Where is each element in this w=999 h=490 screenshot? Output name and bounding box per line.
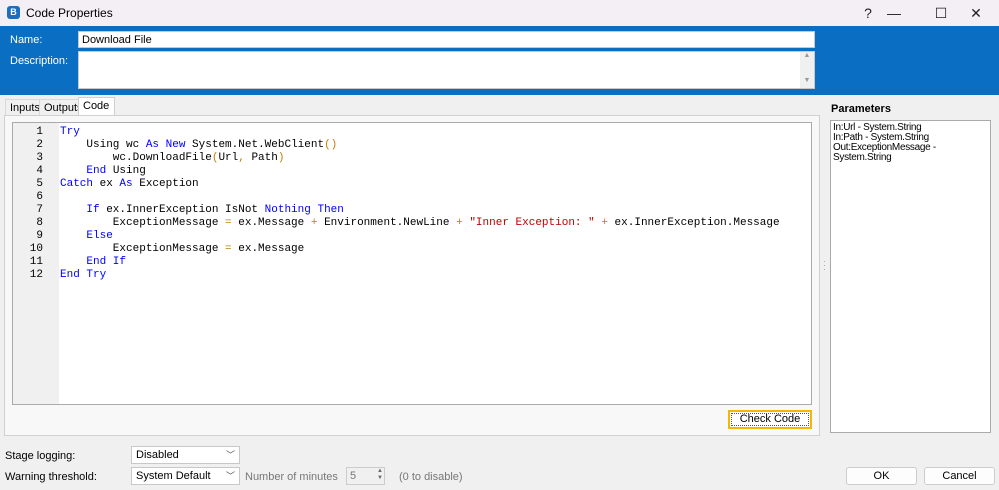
code-token: If	[86, 204, 100, 216]
minimize-button[interactable]: —	[871, 0, 917, 26]
code-token: Catch	[60, 178, 94, 190]
window-title: Code Properties	[26, 6, 113, 20]
line-number: 10	[29, 243, 43, 255]
warning-threshold-value: System Default	[136, 470, 211, 482]
stage-logging-value: Disabled	[136, 449, 179, 461]
stage-logging-select[interactable]: Disabled ﹀	[131, 446, 240, 464]
check-code-button[interactable]: Check Code	[728, 410, 812, 429]
code-token: End Try	[60, 269, 107, 281]
code-line: End If	[60, 256, 126, 269]
parameters-label: Parameters	[831, 103, 891, 115]
code-token: ex.Message	[231, 217, 311, 229]
code-token: )	[277, 152, 285, 164]
stage-logging-label: Stage logging:	[5, 450, 76, 462]
scroll-down-icon[interactable]: ▼	[800, 77, 814, 84]
code-line: Else	[60, 230, 113, 243]
line-number: 6	[36, 191, 43, 203]
code-token: Nothing	[264, 204, 311, 216]
minutes-spinner[interactable]: 5 ▲ ▼	[346, 467, 385, 485]
code-token: Using wc	[60, 139, 146, 151]
code-token: ex.Message	[231, 243, 305, 255]
code-token: Try	[60, 126, 80, 138]
code-token: Then	[317, 204, 344, 216]
code-token: End	[86, 165, 107, 177]
scroll-up-icon[interactable]: ▲	[800, 52, 814, 60]
minutes-label: Number of minutes	[245, 471, 338, 483]
code-token: Url	[218, 152, 239, 164]
spinner-arrows-icon[interactable]: ▲ ▼	[377, 468, 383, 482]
code-line: Using wc As New System.Net.WebClient()	[60, 139, 337, 152]
code-line: Catch ex As Exception	[60, 178, 199, 191]
code-token: ex	[93, 178, 120, 190]
code-token: ExceptionMessage	[60, 243, 226, 255]
code-token: End If	[86, 256, 127, 268]
description-scrollbar[interactable]: ▲ ▼	[800, 52, 814, 88]
code-line: If ex.InnerException IsNot Nothing Then	[60, 204, 344, 217]
code-token: wc.DownloadFile	[60, 152, 212, 164]
code-token: New	[165, 139, 186, 151]
code-token: System.Net.WebClient	[185, 139, 325, 151]
warning-threshold-label: Warning threshold:	[5, 471, 97, 483]
code-line: End Try	[60, 269, 106, 282]
code-line: Try	[60, 126, 80, 139]
code-token: Exception	[132, 178, 199, 190]
code-token: ExceptionMessage	[60, 217, 226, 229]
code-token: =	[225, 243, 232, 255]
chevron-down-icon: ﹀	[225, 450, 235, 460]
line-number: 3	[36, 152, 43, 164]
code-token: +	[456, 217, 463, 229]
line-number: 4	[36, 165, 43, 177]
line-number: 2	[36, 139, 43, 151]
code-token: ()	[324, 139, 338, 151]
app-icon: B	[7, 6, 20, 19]
code-token: As	[145, 139, 160, 151]
name-label: Name:	[10, 34, 43, 46]
code-token: Else	[86, 230, 113, 242]
code-token: +	[601, 217, 608, 229]
code-line: ExceptionMessage = ex.Message	[60, 243, 304, 256]
code-token: =	[225, 217, 232, 229]
code-token: Using	[106, 165, 146, 177]
description-label: Description:	[10, 55, 69, 67]
close-button[interactable]: ✕	[953, 0, 999, 26]
parameter-item[interactable]: Out:ExceptionMessage - System.String	[833, 143, 988, 163]
code-line: ExceptionMessage = ex.Message + Environm…	[60, 217, 780, 230]
name-input[interactable]: Download File	[78, 31, 815, 48]
code-token: ex.InnerException IsNot	[99, 204, 265, 216]
code-token: Path	[244, 152, 278, 164]
splitter-handle[interactable]: · · ·	[823, 258, 826, 274]
line-number: 7	[36, 204, 43, 216]
code-token: "Inner Exception: "	[469, 217, 595, 229]
tab-code[interactable]: Code	[78, 97, 115, 116]
ok-button[interactable]: OK	[846, 467, 917, 485]
code-line: End Using	[60, 165, 146, 178]
title-bar: B Code Properties ? — ☐ ✕	[0, 0, 999, 26]
line-number: 8	[36, 217, 43, 229]
code-editor[interactable]: 1 2 3 4 5 6 7 8 9 10 11 12 Try Using wc As New Syste…	[12, 122, 812, 405]
parameters-list[interactable]: In:Url - System.String In:Path - System.…	[830, 120, 991, 433]
cancel-button[interactable]: Cancel	[924, 467, 995, 485]
minutes-value: 5	[350, 470, 357, 482]
line-number: 9	[36, 230, 43, 242]
code-line: wc.DownloadFile(Url, Path)	[60, 152, 285, 165]
description-input[interactable]: ▲ ▼	[78, 51, 815, 89]
line-number: 12	[29, 269, 43, 281]
minutes-hint: (0 to disable)	[399, 471, 463, 483]
chevron-down-icon: ﹀	[225, 471, 235, 481]
code-token: Environment.NewLine	[317, 217, 457, 229]
line-number: 1	[36, 126, 43, 138]
code-token: ex.InnerException.Message	[607, 217, 780, 229]
warning-threshold-select[interactable]: System Default ﹀	[131, 467, 240, 485]
code-token: ,	[238, 152, 245, 164]
code-token: As	[119, 178, 133, 190]
line-number: 5	[36, 178, 43, 190]
line-number: 11	[29, 256, 43, 268]
